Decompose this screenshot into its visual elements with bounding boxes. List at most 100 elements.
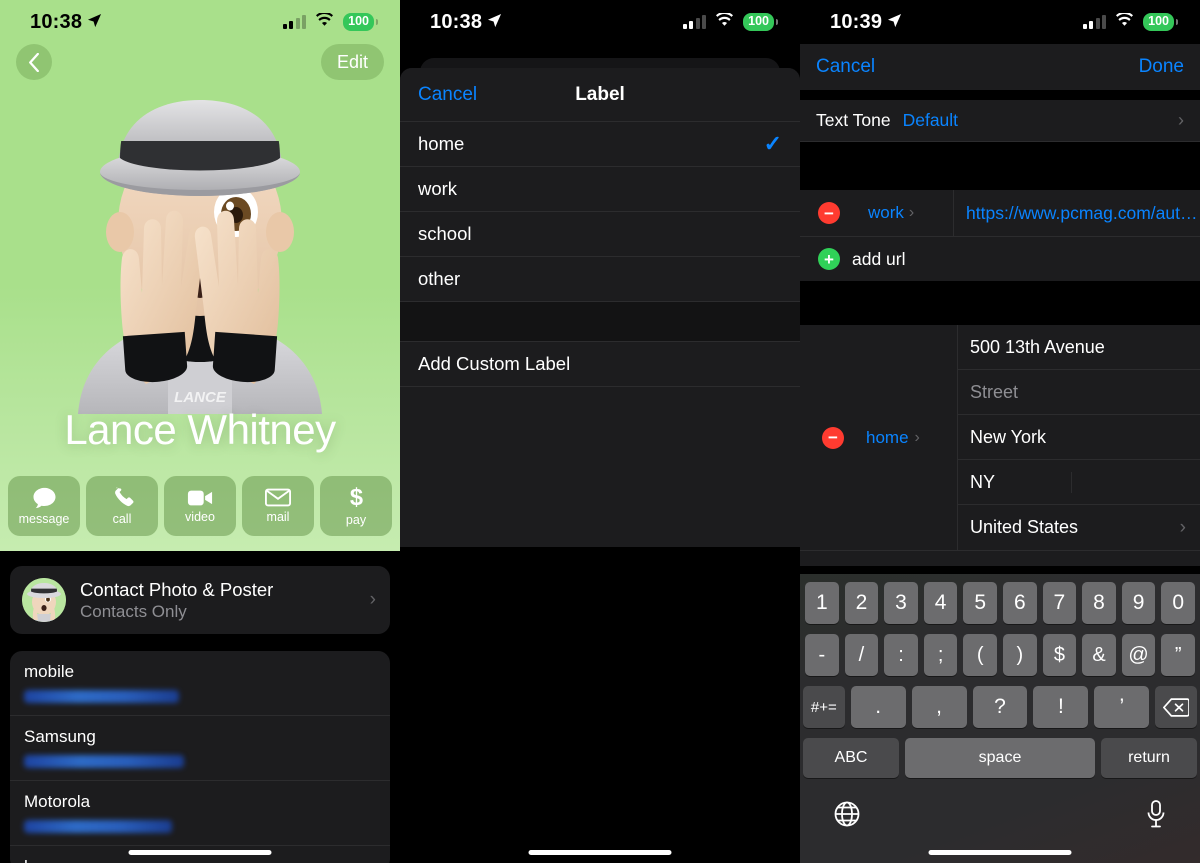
key-apostrophe[interactable]: ’ [1094,686,1150,728]
label-option-home[interactable]: home ✓ [400,122,800,167]
address-group-tail [800,550,1200,566]
key-paren-open[interactable]: ( [963,634,997,676]
contact-fields-list: Contact Photo & Poster Contacts Only › m… [0,551,400,863]
address-lines: 500 13th Avenue Street New York NY Unite… [958,325,1200,550]
field-label: Samsung [24,727,96,746]
key-abc[interactable]: ABC [803,738,899,778]
key-slash[interactable]: / [844,634,879,676]
field-row[interactable]: mobile [10,651,390,716]
key-at[interactable]: @ [1121,634,1156,676]
contact-photo-poster-row[interactable]: Contact Photo & Poster Contacts Only › [10,566,390,634]
key-2[interactable]: 2 [844,582,879,624]
status-time-text: 10:38 [30,10,83,33]
globe-icon [834,801,860,827]
panel-contact-detail: 10:38 100 Edit LANCE Lance Whitney messa… [0,0,400,863]
address-city-input[interactable]: New York [958,415,1200,460]
action-message-label: message [18,511,70,526]
label-sheet: Cancel Label home ✓ work school other Ad… [400,68,800,863]
numeric-keyboard: 1 2 3 4 5 6 7 8 9 0 - / : ; ( ) $ & @ ” … [800,574,1200,863]
key-6[interactable]: 6 [1003,582,1037,624]
cancel-button[interactable]: Cancel [418,84,477,106]
address-country-value: United States [970,517,1079,537]
cellular-bars-icon [1082,15,1107,29]
key-space[interactable]: space [905,738,1095,778]
redacted-value [24,690,179,703]
add-url-button[interactable]: + [818,248,840,270]
cancel-button[interactable]: Cancel [816,56,875,78]
add-url-row[interactable]: + add url [800,236,1200,281]
key-4[interactable]: 4 [923,582,958,624]
field-label: mobile [24,662,75,681]
text-tone-row[interactable]: Text Tone Default › [800,100,1200,142]
key-period[interactable]: . [850,686,906,728]
done-button[interactable]: Done [1139,56,1184,78]
sheet-empty-area [400,547,800,863]
action-pay[interactable]: $ pay [320,476,392,536]
key-exclamation[interactable]: ! [1033,686,1089,728]
url-label-button[interactable]: work › [852,190,954,236]
delete-url-button[interactable]: − [818,202,840,224]
edit-nav-bar: Cancel Done [800,44,1200,90]
key-7[interactable]: 7 [1042,582,1077,624]
label-option-other[interactable]: other [400,257,800,302]
url-label-text: work [868,203,904,222]
key-ampersand[interactable]: & [1082,634,1116,676]
label-option-work[interactable]: work [400,167,800,212]
contact-poster: 10:38 100 Edit LANCE Lance Whitney messa… [0,0,400,551]
key-0[interactable]: 0 [1161,582,1195,624]
dictation-button[interactable] [1146,800,1166,828]
url-value-input[interactable]: https://www.pcmag.com/aut… [954,203,1197,224]
back-button[interactable] [16,44,52,80]
add-custom-label-text: Add Custom Label [418,353,571,374]
status-bar-left: 10:38 100 [0,0,400,44]
status-bar-right: 10:39 100 [800,0,1200,44]
key-symbols-toggle[interactable]: #+= [803,686,845,728]
label-option-school[interactable]: school [400,212,800,257]
checkmark-icon: ✓ [763,131,782,156]
label-option-text: work [418,178,458,199]
microphone-icon [1147,800,1165,828]
key-colon[interactable]: : [884,634,918,676]
address-state-input[interactable]: NY [958,471,1072,493]
status-indicators: 100 [282,11,374,32]
add-custom-label-row[interactable]: Add Custom Label [400,342,800,387]
cellular-bars-icon [282,15,307,29]
action-message[interactable]: message [8,476,80,536]
key-hyphen[interactable]: - [805,634,839,676]
backspace-icon [1163,697,1190,717]
chevron-right-icon: › [908,204,915,221]
key-dollar[interactable]: $ [1042,634,1077,676]
address-label-button[interactable]: home › [866,325,958,550]
key-8[interactable]: 8 [1082,582,1116,624]
key-backspace[interactable] [1155,686,1197,728]
redacted-value [24,820,172,833]
action-mail[interactable]: mail [242,476,314,536]
address-street1-input[interactable]: 500 13th Avenue [958,325,1200,370]
battery-badge: 100 [1143,12,1174,32]
field-label: home [24,857,376,863]
key-paren-close[interactable]: ) [1003,634,1037,676]
wifi-icon [1115,11,1134,32]
globe-button[interactable] [834,801,860,827]
key-1[interactable]: 1 [805,582,839,624]
key-return[interactable]: return [1101,738,1197,778]
key-comma[interactable]: , [911,686,967,728]
key-question[interactable]: ? [972,686,1028,728]
edit-button[interactable]: Edit [320,44,384,80]
field-row[interactable]: Motorola [10,781,390,846]
action-video[interactable]: video [164,476,236,536]
key-quote[interactable]: ” [1161,634,1195,676]
address-street2-input[interactable]: Street [958,370,1200,415]
chevron-left-icon [29,52,39,72]
chevron-right-icon: › [1179,516,1186,538]
key-semicolon[interactable]: ; [923,634,958,676]
action-call[interactable]: call [86,476,158,536]
label-option-group: home ✓ work school other [400,122,800,302]
address-state-zip-row: NY [958,460,1200,505]
delete-address-button[interactable]: − [822,426,844,449]
field-row[interactable]: Samsung [10,716,390,781]
address-country-row[interactable]: United States › [958,505,1200,550]
key-3[interactable]: 3 [884,582,918,624]
key-5[interactable]: 5 [963,582,997,624]
key-9[interactable]: 9 [1121,582,1156,624]
